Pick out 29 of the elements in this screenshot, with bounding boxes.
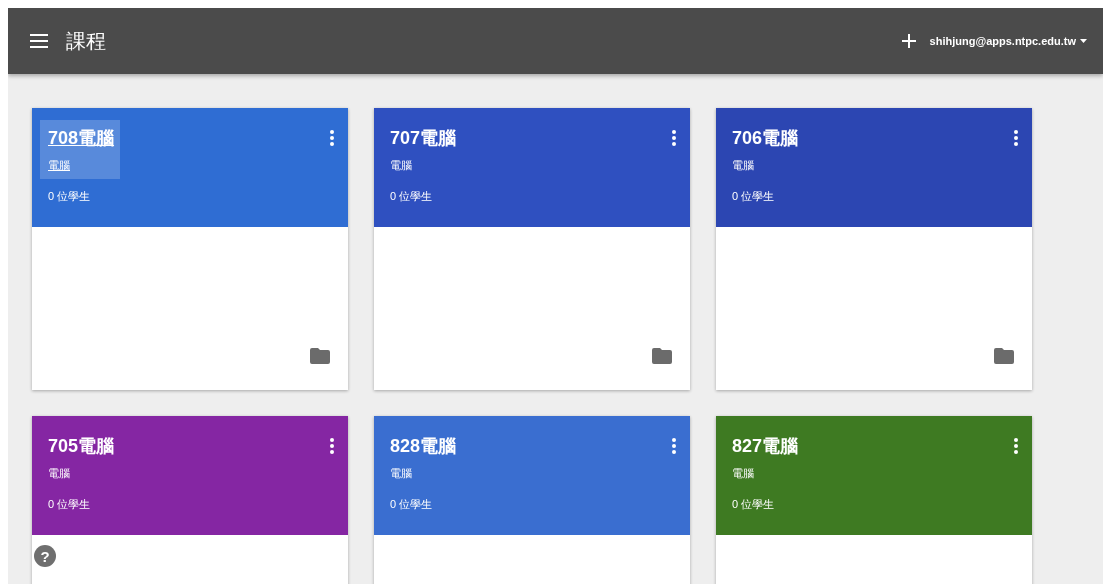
page-title: 課程 <box>66 28 107 54</box>
caret-icon <box>1080 39 1087 43</box>
course-card[interactable]: 827電腦 電腦 0 位學生 <box>716 416 1032 584</box>
course-title-link[interactable]: 705電腦 電腦 <box>40 428 121 487</box>
more-options-icon[interactable] <box>1014 130 1018 146</box>
more-options-icon[interactable] <box>672 438 676 454</box>
course-card[interactable]: 706電腦 電腦 0 位學生 <box>716 108 1032 390</box>
course-title-link[interactable]: 827電腦 電腦 <box>724 428 805 487</box>
course-title-link[interactable]: 707電腦 電腦 <box>382 120 463 179</box>
more-options-icon[interactable] <box>1014 438 1018 454</box>
more-options-icon[interactable] <box>672 130 676 146</box>
student-count: 0 位學生 <box>390 497 433 512</box>
student-count: 0 位學生 <box>48 189 91 204</box>
more-options-icon[interactable] <box>330 130 334 146</box>
course-title-link[interactable]: 706電腦 電腦 <box>724 120 805 179</box>
student-count: 0 位學生 <box>48 497 91 512</box>
course-title-link[interactable]: 828電腦 電腦 <box>382 428 463 487</box>
plus-icon[interactable] <box>901 34 916 48</box>
student-count: 0 位學生 <box>390 189 433 204</box>
more-options-icon[interactable] <box>330 438 334 454</box>
course-card[interactable]: 828電腦 電腦 0 位學生 <box>374 416 690 584</box>
folder-icon[interactable] <box>652 348 672 364</box>
student-count: 0 位學生 <box>732 497 775 512</box>
folder-icon[interactable] <box>994 348 1014 364</box>
folder-icon[interactable] <box>310 348 330 364</box>
student-count: 0 位學生 <box>732 189 775 204</box>
menu-icon[interactable] <box>30 34 48 48</box>
course-card[interactable]: 707電腦 電腦 0 位學生 <box>374 108 690 390</box>
account-menu[interactable]: shihjung@apps.ntpc.edu.tw <box>929 35 1087 47</box>
